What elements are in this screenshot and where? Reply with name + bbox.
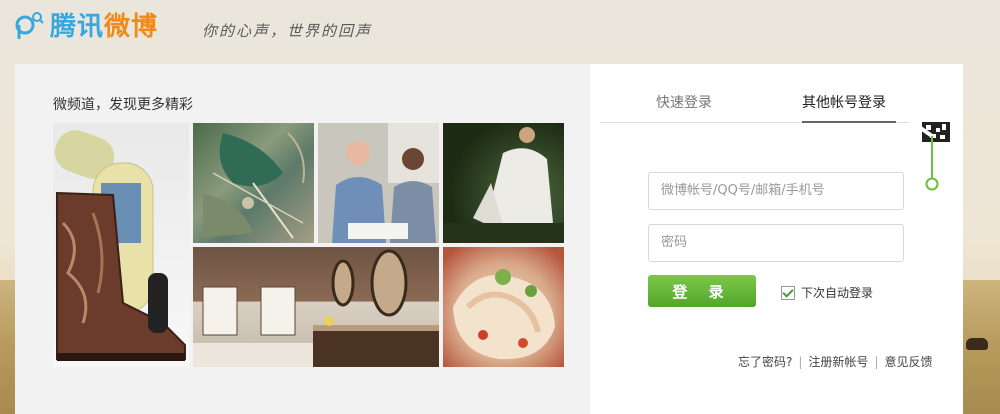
login-button[interactable]: 登 录	[648, 275, 756, 307]
register-link[interactable]: 注册新帐号	[808, 353, 868, 370]
channel-title: 微频道，发现更多精彩	[53, 97, 193, 113]
aerial-image	[203, 132, 305, 239]
qr-code-login-icon[interactable]	[908, 122, 950, 192]
login-tabs: 快速登录 其他帐号登录	[600, 88, 950, 123]
feedback-link[interactable]: 意见反馈	[884, 353, 932, 370]
channel-tile-bathroom[interactable]	[193, 247, 439, 367]
tab-other-account-login[interactable]: 其他帐号登录	[802, 92, 886, 112]
channel-tile-boot[interactable]	[53, 123, 189, 367]
slogan: 你的心声，世界的回声	[202, 22, 373, 40]
header: 腾讯微博 你的心声，世界的回声	[0, 0, 1000, 60]
password-field	[648, 224, 904, 262]
food-image	[453, 269, 555, 360]
tab-quick-login[interactable]: 快速登录	[656, 92, 712, 112]
cow-silhouette	[966, 338, 988, 350]
password-input[interactable]	[649, 225, 903, 259]
channel-tile-photo-people[interactable]	[318, 123, 439, 243]
channel-tile-food[interactable]	[443, 247, 564, 367]
brand-name-part1: 腾讯	[50, 11, 105, 42]
brand-name: 腾讯微博	[50, 6, 158, 43]
monk-image	[443, 127, 564, 243]
login-panel: 快速登录 其他帐号登录 登 录 下次自动登录 忘了密码? | 注册新帐号 | 意…	[590, 64, 963, 414]
weibo-logo-icon	[15, 12, 44, 39]
watermark-url: jingyan.baidu.com	[820, 388, 948, 402]
channel-tile-monk[interactable]	[443, 123, 564, 243]
watermark-text: Bai 经验	[784, 306, 920, 341]
tencent-weibo-logo[interactable]: 腾讯微博	[14, 6, 158, 42]
brand-name-part2: 微博	[104, 11, 159, 42]
boot-image	[54, 130, 186, 361]
link-separator: |	[798, 354, 803, 369]
login-footer-links: 忘了密码? | 注册新帐号 | 意见反馈	[738, 353, 933, 370]
active-tab-indicator	[802, 121, 896, 123]
channel-panel: 微频道，发现更多精彩	[15, 64, 590, 414]
channel-tile-aerial-map[interactable]	[193, 123, 314, 243]
username-input[interactable]	[649, 173, 903, 207]
people-image	[318, 123, 439, 243]
baidu-jingyan-watermark: Bai 经验	[784, 298, 920, 342]
bathroom-image	[193, 249, 439, 367]
link-separator: |	[874, 354, 879, 369]
username-field	[648, 172, 904, 210]
forgot-password-link[interactable]: 忘了密码?	[738, 353, 792, 370]
